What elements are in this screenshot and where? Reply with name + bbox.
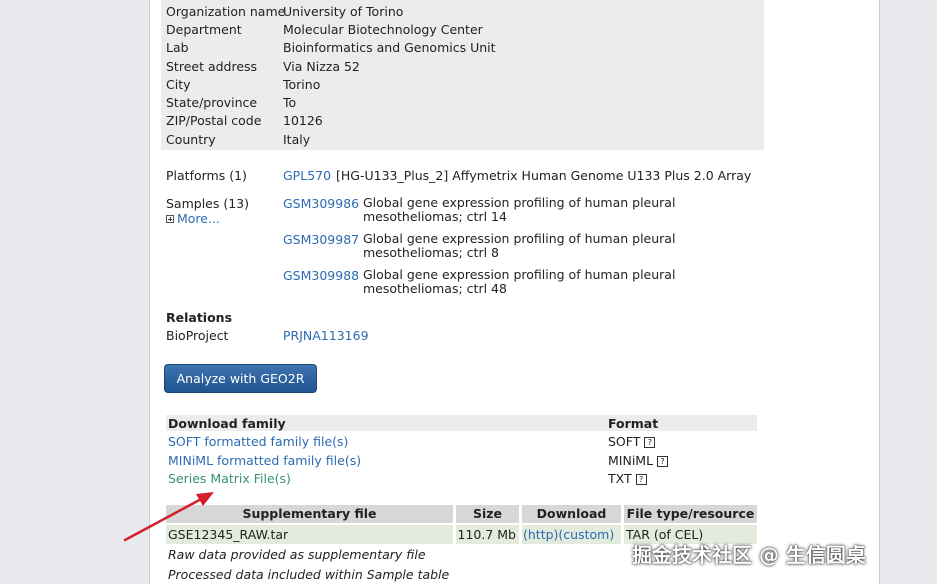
watermark: 掘金技术社区 @ 生信圆桌 (632, 543, 866, 567)
annotation-arrow-icon (123, 492, 214, 542)
